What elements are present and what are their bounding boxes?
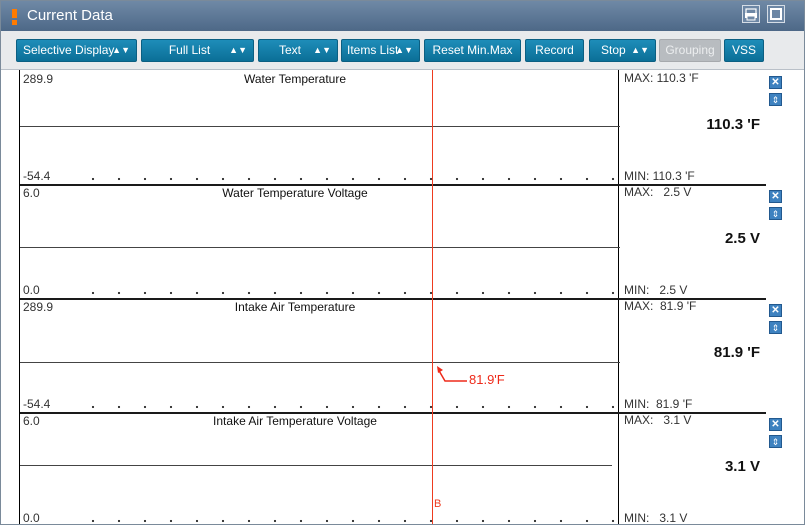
signal-trace — [20, 465, 612, 466]
current-value: 81.9 'F — [713, 344, 760, 361]
axis-min-label: 0.0 — [23, 511, 40, 525]
current-value: 3.1 V — [724, 458, 760, 475]
time-ticks — [80, 177, 620, 181]
graph-title: Water Temperature — [243, 72, 347, 86]
close-icon[interactable]: ✕ — [769, 304, 782, 317]
text-label: Text — [278, 43, 301, 57]
alert-icon — [12, 9, 17, 25]
time-cursor-label: B — [434, 498, 442, 510]
select-arrows-icon: ▲▼ — [229, 45, 247, 55]
time-ticks — [80, 519, 620, 523]
value-side-panel: MAX: 81.9 'F 81.9 'F MIN: 81.9 'F ✕ ⇕ — [619, 298, 804, 412]
reset-min-max-button[interactable]: Reset Min.Max — [424, 39, 521, 62]
min-value: MIN: 110.3 'F — [624, 169, 695, 183]
graph-area: 289.9 Water Temperature -54.4 MAX: 110.3… — [1, 70, 804, 524]
max-value: MAX: 2.5 V — [624, 185, 692, 199]
print-icon — [745, 8, 757, 21]
max-value: MAX: 3.1 V — [624, 413, 692, 427]
min-value: MIN: 3.1 V — [624, 511, 688, 525]
print-button[interactable] — [742, 5, 760, 23]
value-side-panel: MAX: 110.3 'F 110.3 'F MIN: 110.3 'F ✕ ⇕ — [619, 70, 804, 184]
record-button[interactable]: Record — [525, 39, 584, 62]
select-arrows-icon: ▲▼ — [395, 45, 413, 55]
select-arrows-icon: ▲▼ — [313, 45, 331, 55]
panel-intake-air-temperature: 289.9 Intake Air Temperature -54.4 MAX: … — [1, 298, 804, 412]
select-arrows-icon: ▲▼ — [112, 45, 130, 55]
panel-water-temperature: 289.9 Water Temperature -54.4 MAX: 110.3… — [1, 70, 804, 184]
signal-trace — [20, 126, 620, 127]
stop-select[interactable]: Stop ▲▼ — [589, 39, 656, 62]
text-select[interactable]: Text ▲▼ — [258, 39, 338, 62]
vss-button[interactable]: VSS — [724, 39, 764, 62]
max-value: MAX: 110.3 'F — [624, 71, 699, 85]
current-value: 2.5 V — [724, 230, 760, 247]
max-value: MAX: 81.9 'F — [624, 299, 697, 313]
full-list-label: Full List — [168, 43, 211, 57]
graph-title: Intake Air Temperature — [234, 300, 356, 314]
axis-min-label: 0.0 — [23, 283, 40, 297]
panel-intake-air-temperature-voltage: 6.0 Intake Air Temperature Voltage 0.0 M… — [1, 412, 804, 525]
close-icon[interactable]: ✕ — [769, 418, 782, 431]
close-icon[interactable]: ✕ — [769, 76, 782, 89]
select-arrows-icon: ▲▼ — [631, 45, 649, 55]
grouping-button[interactable]: Grouping — [659, 39, 721, 62]
min-value: MIN: 2.5 V — [624, 283, 688, 297]
window-title: Current Data — [27, 7, 113, 24]
items-list-select[interactable]: Items List ▲▼ — [341, 39, 420, 62]
reorder-icon[interactable]: ⇕ — [769, 435, 782, 448]
value-side-panel: MAX: 2.5 V 2.5 V MIN: 2.5 V ✕ ⇕ — [619, 184, 804, 298]
maximize-icon — [770, 8, 782, 20]
full-list-select[interactable]: Full List ▲▼ — [141, 39, 254, 62]
reorder-icon[interactable]: ⇕ — [769, 93, 782, 106]
graph-title: Intake Air Temperature Voltage — [213, 414, 377, 428]
title-bar: Current Data — [1, 1, 804, 31]
cursor-value-label: 81.9'F — [469, 372, 505, 387]
value-side-panel: MAX: 3.1 V 3.1 V MIN: 3.1 V ✕ ⇕ — [619, 412, 804, 525]
graph-title: Water Temperature Voltage — [222, 186, 368, 200]
signal-trace — [20, 247, 620, 248]
current-value: 110.3 'F — [706, 116, 760, 133]
toolbar: Selective Display ▲▼ Full List ▲▼ Text ▲… — [1, 31, 804, 70]
axis-min-label: -54.4 — [23, 169, 51, 183]
panel-water-temperature-voltage: 6.0 Water Temperature Voltage 0.0 MAX: 2… — [1, 184, 804, 298]
close-icon[interactable]: ✕ — [769, 190, 782, 203]
reorder-icon[interactable]: ⇕ — [769, 321, 782, 334]
graph-plot: 289.9 Water Temperature -54.4 — [19, 70, 620, 184]
time-cursor-line[interactable] — [432, 70, 433, 524]
selective-display-select[interactable]: Selective Display ▲▼ — [16, 39, 137, 62]
maximize-button[interactable] — [767, 5, 785, 23]
stop-label: Stop — [601, 43, 626, 57]
selective-display-label: Selective Display — [23, 43, 115, 57]
time-ticks — [80, 405, 620, 409]
graph-plot: 289.9 Intake Air Temperature -54.4 — [19, 298, 620, 412]
items-list-label: Items List — [347, 43, 399, 57]
graph-plot: 6.0 Water Temperature Voltage 0.0 — [19, 184, 620, 298]
min-value: MIN: 81.9 'F — [624, 397, 693, 411]
reorder-icon[interactable]: ⇕ — [769, 207, 782, 220]
graph-plot: 6.0 Intake Air Temperature Voltage 0.0 — [19, 412, 620, 525]
time-ticks — [80, 291, 620, 295]
current-data-window: Current Data Selective Display ▲▼ Full L… — [0, 0, 805, 525]
axis-min-label: -54.4 — [23, 397, 51, 411]
signal-trace — [20, 362, 620, 363]
